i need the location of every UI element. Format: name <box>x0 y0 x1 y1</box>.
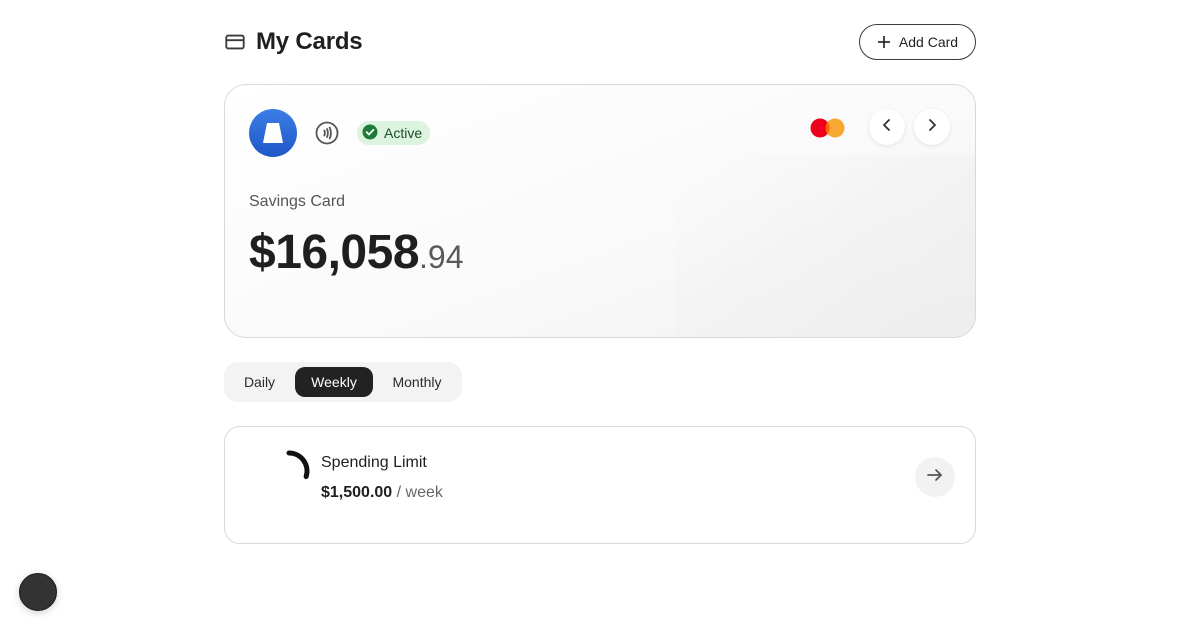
spending-limit-card[interactable]: Spending Limit $1,500.00 / week <box>224 426 976 544</box>
plus-icon <box>877 35 891 49</box>
savings-card[interactable]: Active Savings Card $16,058 .94 <box>224 84 976 338</box>
spending-limit-details-button[interactable] <box>915 457 955 497</box>
arrow-right-icon <box>926 466 944 489</box>
next-card-button[interactable] <box>914 109 950 145</box>
add-card-button[interactable]: Add Card <box>859 24 976 60</box>
card-balance: $16,058 .94 <box>249 225 464 280</box>
page-title: My Cards <box>256 28 363 55</box>
tab-weekly[interactable]: Weekly <box>295 367 373 397</box>
spending-limit-value: $1,500.00 / week <box>321 484 443 502</box>
period-tabs: Daily Weekly Monthly <box>224 362 462 402</box>
add-card-label: Add Card <box>898 34 959 50</box>
avatar-icon[interactable] <box>19 573 57 611</box>
balance-cents: .94 <box>419 239 464 275</box>
chevron-left-icon <box>880 118 894 137</box>
bank-logo-icon <box>249 109 297 157</box>
tab-daily[interactable]: Daily <box>229 367 290 397</box>
tab-monthly[interactable]: Monthly <box>379 367 455 397</box>
previous-card-button[interactable] <box>869 109 905 145</box>
balance-main: $16,058 <box>249 226 420 279</box>
page-header: My Cards Add Card <box>224 24 976 60</box>
spending-limit-period: / week <box>392 484 443 501</box>
mastercard-icon <box>809 117 847 139</box>
card-name: Savings Card <box>249 193 346 210</box>
spending-limit-title: Spending Limit <box>321 454 427 471</box>
check-circle-icon <box>362 124 378 143</box>
spending-progress-ring <box>259 441 319 501</box>
status-label: Active <box>384 125 423 141</box>
status-badge: Active <box>357 121 431 145</box>
page-title-group: My Cards <box>224 28 363 56</box>
credit-card-icon <box>224 31 246 53</box>
card-sheen <box>675 155 975 337</box>
contactless-icon <box>315 121 339 145</box>
chevron-right-icon <box>925 118 939 137</box>
spending-limit-amount: $1,500.00 <box>321 484 393 501</box>
